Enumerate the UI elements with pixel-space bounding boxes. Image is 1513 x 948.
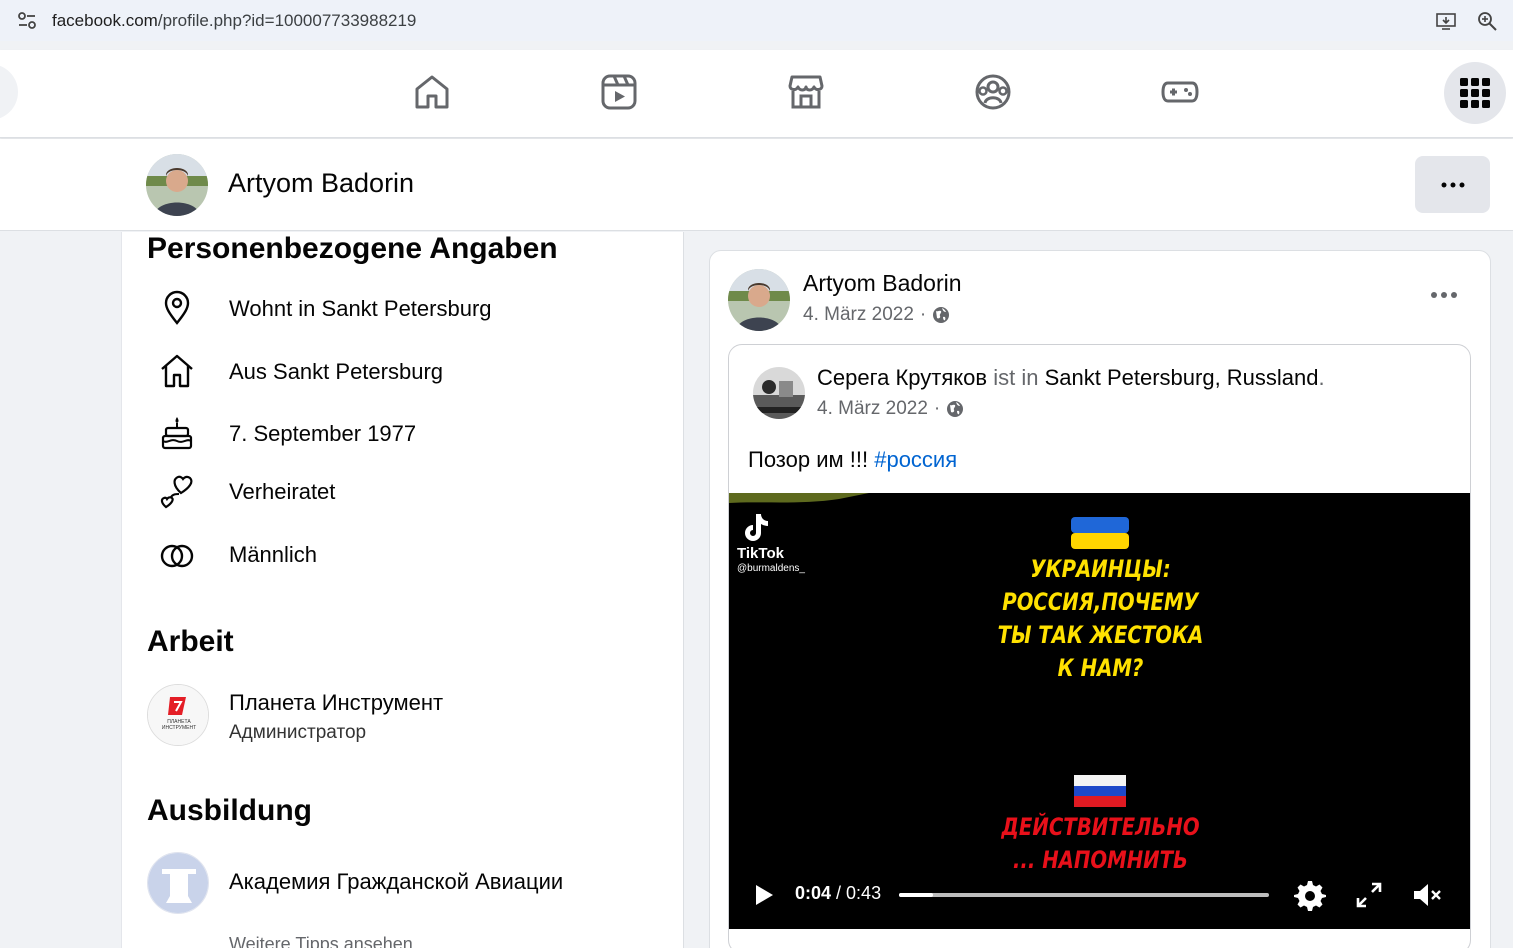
marketplace-icon[interactable] <box>786 72 826 112</box>
gaming-icon[interactable] <box>1160 72 1200 112</box>
company-logo: ПЛАНЕТА ИНСТРУМЕНТ <box>147 684 209 746</box>
video-controls: 0:04 / 0:43 <box>729 873 1470 917</box>
video-caption-top: УКРАИНЦЫ: РОССИЯ,ПОЧЕМУ ТЫ ТАК ЖЕСТОКА К… <box>796 553 1405 685</box>
caption-line: ТЫ ТАК ЖЕСТОКА <box>997 621 1204 649</box>
muted-speaker-icon[interactable] <box>1411 879 1443 911</box>
globe-icon <box>947 401 964 417</box>
work-title: Arbeit <box>147 625 234 658</box>
caption-line: УКРАИНЦЫ: <box>1030 555 1171 583</box>
period-text: . <box>1318 365 1325 390</box>
play-icon[interactable] <box>747 879 779 911</box>
info-row-birthday: 7. September 1977 <box>147 411 667 455</box>
birthday-cake-icon <box>161 417 193 450</box>
info-row-hometown: Aus Sankt Petersburg <box>147 349 667 393</box>
shared-post-text: Позор им !!! #россия <box>748 447 957 473</box>
post-meta: 4. März 2022 · <box>803 304 950 326</box>
shared-author-avatar[interactable] <box>753 367 805 419</box>
profile-avatar[interactable] <box>146 154 208 216</box>
about-card: Personenbezogene Angaben Wohnt in Sankt … <box>121 232 684 948</box>
search-button[interactable] <box>0 64 18 120</box>
hashtag-link[interactable]: #россия <box>874 447 957 472</box>
education-item[interactable]: Академия Гражданской Авиации <box>147 852 667 916</box>
duration: 0:43 <box>846 883 882 903</box>
menu-button[interactable] <box>1444 62 1506 124</box>
shared-post-meta: 4. März 2022 · <box>817 398 964 420</box>
shared-post-header: Серега Крутяков ist in Sankt Petersburg,… <box>817 365 1325 391</box>
svg-text:ИНСТРУМЕНТ: ИНСТРУМЕНТ <box>162 725 196 731</box>
groups-icon[interactable] <box>973 72 1013 112</box>
home-icon <box>161 354 193 388</box>
video-progress-fill <box>899 893 934 897</box>
url-field[interactable]: facebook.com/profile.php?id=100007733988… <box>52 11 416 31</box>
current-time: 0:04 <box>795 883 832 903</box>
info-text: Wohnt in Sankt Petersburg <box>229 296 492 321</box>
install-app-icon[interactable] <box>1435 10 1457 32</box>
info-row-relationship: Verheiratet <box>147 469 667 513</box>
ukraine-flag-icon <box>1071 517 1129 549</box>
work-company[interactable]: Планета Инструмент <box>229 690 443 716</box>
is-in-text: ist in <box>993 365 1039 390</box>
tiktok-name: TikTok <box>737 545 784 562</box>
apps-grid-icon <box>1460 78 1490 108</box>
post-date[interactable]: 4. März 2022 <box>803 304 914 326</box>
post-body: Позор им !!! <box>748 447 869 472</box>
hearts-icon <box>160 475 193 509</box>
post-author-name[interactable]: Artyom Badorin <box>803 270 962 297</box>
school-logo <box>147 852 209 914</box>
time-separator: / <box>831 883 847 903</box>
post-card: Artyom Badorin 4. März 2022 · Серега Кру… <box>709 250 1491 948</box>
post-options-icon[interactable] <box>1426 283 1462 307</box>
profile-name[interactable]: Artyom Badorin <box>228 168 414 199</box>
work-item[interactable]: ПЛАНЕТА ИНСТРУМЕНТ Планета Инструмент Ад… <box>147 684 667 748</box>
info-text: 7. September 1977 <box>229 421 417 446</box>
info-text: Männlich <box>229 542 318 567</box>
shared-location-link[interactable]: Sankt Petersburg, Russland <box>1045 365 1319 390</box>
person-photo-icon <box>728 269 790 331</box>
profile-header: Artyom Badorin <box>0 139 1513 231</box>
post-author-avatar[interactable] <box>728 269 790 331</box>
video-frame-edge <box>729 493 869 503</box>
info-row-gender: Männlich <box>147 532 667 576</box>
video-progress-bar[interactable] <box>899 893 1269 897</box>
shared-post: Серега Крутяков ist in Sankt Petersburg,… <box>728 344 1471 948</box>
caption-line: К НАМ? <box>1057 654 1144 682</box>
caption-line: РОССИЯ,ПОЧЕМУ <box>1002 588 1199 616</box>
personal-info-title: Personenbezogene Angaben <box>147 232 558 265</box>
url-path: /profile.php?id=100007733988219 <box>157 11 417 30</box>
location-pin-icon <box>164 290 190 325</box>
video-player[interactable]: TikTok @burmaldens_ УКРАИНЦЫ: РОССИЯ,ПОЧ… <box>729 493 1470 929</box>
video-icon[interactable] <box>599 72 639 112</box>
meta-separator: · <box>933 398 941 419</box>
info-row-current-city: Wohnt in Sankt Petersburg <box>147 286 667 330</box>
work-role: Администратор <box>229 722 367 743</box>
settings-gear-icon[interactable] <box>1294 879 1326 911</box>
info-text: Verheiratet <box>229 479 336 504</box>
profile-more-button[interactable] <box>1415 156 1490 213</box>
zoom-icon[interactable] <box>1476 10 1498 32</box>
home-icon[interactable] <box>412 72 452 112</box>
globe-icon <box>933 307 950 323</box>
meta-separator: · <box>919 304 927 325</box>
info-text: Aus Sankt Petersburg <box>229 359 444 384</box>
fullscreen-icon[interactable] <box>1353 879 1385 911</box>
tiktok-handle: @burmaldens_ <box>737 563 805 574</box>
education-title: Ausbildung <box>147 794 312 827</box>
shared-author-name[interactable]: Серега Крутяков <box>817 365 987 390</box>
caption-line: ДЕЙСТВИТЕЛЬНО <box>1001 813 1200 841</box>
more-dots-icon <box>1441 182 1464 187</box>
gender-rings-icon <box>160 544 194 568</box>
top-navigation <box>0 50 1513 138</box>
video-time: 0:04 / 0:43 <box>795 883 881 904</box>
person-photo-icon <box>146 154 208 216</box>
shared-post-date[interactable]: 4. März 2022 <box>817 398 928 420</box>
url-domain: facebook.com <box>52 11 158 30</box>
person-photo-icon <box>753 367 805 419</box>
video-caption-bottom: ДЕЙСТВИТЕЛЬНО ... НАПОМНИТЬ <box>796 811 1405 877</box>
education-school[interactable]: Академия Гражданской Авиации <box>229 869 563 895</box>
tiktok-logo-icon <box>745 514 768 541</box>
site-info-icon[interactable] <box>16 10 38 32</box>
browser-address-bar: facebook.com/profile.php?id=100007733988… <box>0 0 1513 41</box>
russia-flag-icon <box>1074 775 1126 807</box>
more-tips-link[interactable]: Weitere Tipps ansehen <box>229 934 413 948</box>
